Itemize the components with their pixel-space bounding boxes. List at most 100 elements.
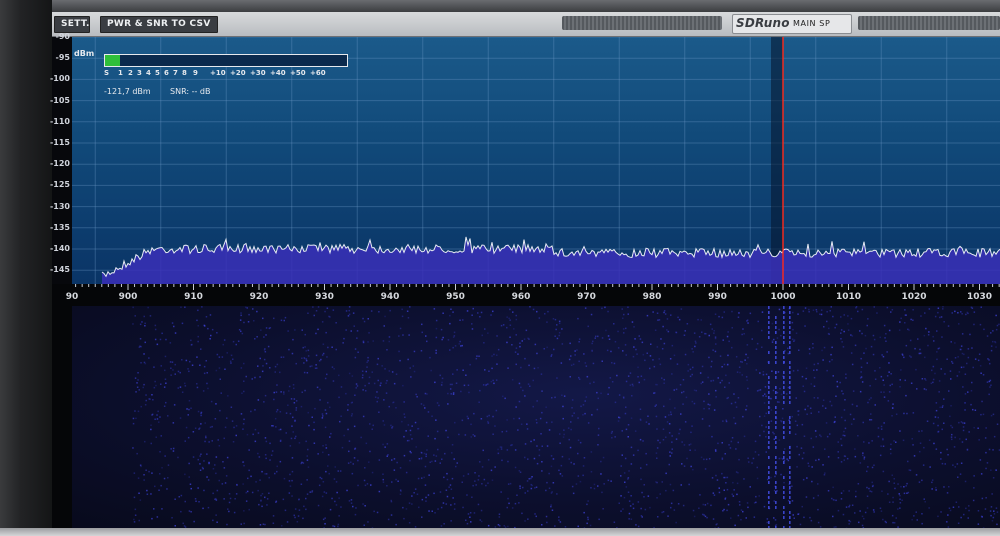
signal-trace [768, 506, 770, 509]
signal-trace [768, 331, 770, 334]
s-meter-tick-label: 3 [137, 69, 142, 77]
signal-trace [789, 381, 791, 384]
signal-trace [783, 431, 785, 434]
y-tick-label: -120 [49, 159, 70, 169]
signal-trace [768, 501, 770, 504]
y-tick-label: -135 [49, 222, 70, 232]
y-tick-label: -145 [49, 265, 70, 275]
signal-trace [783, 341, 785, 344]
signal-trace [783, 311, 785, 314]
signal-trace [789, 371, 791, 374]
signal-trace [783, 461, 785, 464]
signal-trace [768, 311, 770, 314]
signal-trace [768, 421, 770, 424]
signal-trace [768, 391, 770, 394]
signal-trace [789, 466, 791, 469]
y-tick-label: -115 [49, 138, 70, 147]
s-meter-tick-label: 6 [164, 69, 169, 77]
signal-trace [775, 376, 777, 379]
signal-trace [789, 391, 791, 394]
pwr-snr-to-csv-button[interactable]: PWR & SNR TO CSV [100, 16, 218, 33]
signal-trace [775, 491, 777, 494]
frequency-label: 920 [249, 292, 269, 302]
frequency-label: 930 [315, 292, 334, 302]
signal-trace [783, 361, 785, 364]
signal-trace [768, 321, 770, 324]
frequency-label: 980 [642, 292, 662, 302]
signal-trace [768, 466, 770, 469]
signal-trace [783, 506, 785, 509]
sdruno-main-spectrum-window: SETT. PWR & SNR TO CSV SDRuno MAIN SP -9… [49, 12, 1000, 528]
frequency-label: 940 [380, 292, 400, 302]
drag-grip[interactable] [858, 16, 1000, 30]
signal-trace [783, 376, 785, 379]
frequency-axis[interactable]: 90 900 910 920 930 940 950 960 970 980 990 1000 1010… [52, 284, 1000, 306]
signal-trace [768, 521, 770, 524]
frequency-label: 1010 [835, 292, 862, 302]
monitor-bezel-top [0, 0, 1000, 12]
y-tick-label: -130 [49, 201, 70, 211]
s-meter-tick-label: 8 [182, 69, 187, 77]
signal-trace [768, 306, 770, 309]
signal-trace [789, 351, 791, 354]
signal-trace [768, 446, 770, 449]
s-meter-level [105, 55, 120, 66]
monitor-bezel-bottom [0, 528, 1000, 536]
signal-trace [783, 371, 785, 374]
y-tick-label: -105 [49, 95, 70, 105]
frequency-label: 1030 [966, 292, 993, 302]
signal-trace [775, 506, 777, 509]
signal-trace [768, 476, 770, 479]
waterfall-display[interactable] [72, 306, 1000, 528]
sdruno-logo: SDRuno [736, 16, 790, 30]
signal-trace [775, 411, 777, 414]
signal-trace [783, 326, 785, 329]
y-tick-label: -125 [49, 180, 70, 190]
signal-trace [783, 451, 785, 454]
signal-trace [789, 431, 791, 434]
signal-trace [768, 456, 770, 459]
signal-trace [783, 306, 785, 309]
signal-trace [783, 321, 785, 324]
signal-trace [775, 446, 777, 449]
s-meter-tick-label: 7 [173, 69, 178, 77]
signal-trace [789, 326, 791, 329]
signal-trace [783, 351, 785, 354]
signal-trace [783, 426, 785, 429]
signal-trace [789, 311, 791, 314]
signal-trace [783, 496, 785, 499]
signal-trace [789, 421, 791, 424]
s-meter-bar [104, 54, 348, 67]
signal-trace [775, 466, 777, 469]
signal-trace [789, 386, 791, 389]
s-meter-tick-label: 4 [146, 69, 151, 77]
frequency-label: 900 [118, 292, 138, 302]
y-tick-label: -90 [55, 32, 70, 41]
signal-trace [783, 401, 785, 404]
signal-trace [789, 496, 791, 499]
signal-trace [768, 316, 770, 319]
signal-trace [789, 331, 791, 334]
s-meter-tick-label: +50 [290, 69, 306, 77]
signal-trace [775, 436, 777, 439]
signal-trace [775, 456, 777, 459]
signal-trace [775, 331, 777, 334]
signal-trace [775, 346, 777, 349]
signal-trace [775, 426, 777, 429]
signal-trace [775, 396, 777, 399]
signal-trace [775, 391, 777, 394]
frequency-label: 960 [511, 292, 531, 302]
signal-trace [768, 411, 770, 414]
s-meter-tick-label: +20 [230, 69, 246, 77]
drag-grip[interactable] [562, 16, 722, 30]
signal-trace [775, 481, 777, 484]
signal-trace [789, 426, 791, 429]
s-meter-tick-label: +10 [210, 69, 226, 77]
settings-button[interactable]: SETT. [54, 16, 90, 33]
y-tick-label: -95 [55, 53, 70, 63]
s-meter-tick-label: +40 [270, 69, 286, 77]
signal-trace [775, 341, 777, 344]
signal-trace [783, 486, 785, 489]
signal-trace [789, 316, 791, 319]
signal-trace [768, 336, 770, 339]
